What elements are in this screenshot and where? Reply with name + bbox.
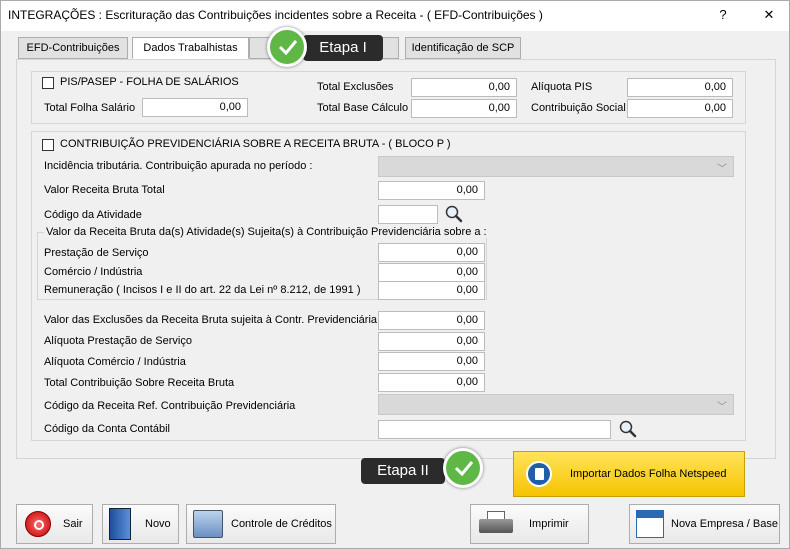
nova-empresa-label: Nova Empresa / Base (671, 518, 778, 530)
total-folha-input[interactable]: 0,00 (142, 98, 248, 117)
total-contrib-label: Total Contribuição Sobre Receita Bruta (44, 377, 235, 389)
aliq-comercio-label: Alíquota Comércio / Indústria (44, 356, 186, 368)
total-folha-label: Total Folha Salário (44, 102, 136, 114)
codigo-atividade-input[interactable] (378, 205, 438, 224)
pis-checkbox-label: PIS/PASEP - FOLHA DE SALÁRIOS (60, 76, 239, 88)
document-icon (526, 461, 552, 487)
title-bar: INTEGRAÇÕES : Escrituração das Contribui… (1, 1, 789, 31)
total-exclusoes-label: Total Exclusões (317, 81, 394, 93)
codigo-atividade-label: Código da Atividade (44, 209, 142, 221)
book-icon (109, 508, 131, 540)
etapa1-badge: Etapa I (303, 35, 383, 61)
etapa1-annotation: Etapa I (263, 23, 393, 73)
cprb-checkbox-label: CONTRIBUIÇÃO PREVIDENCIÁRIA SOBRE A RECE… (60, 138, 451, 150)
etapa2-annotation: Etapa II (359, 446, 509, 496)
exclusoes-input[interactable]: 0,00 (378, 311, 485, 330)
remuneracao-label: Remuneração ( Incisos I e II do art. 22 … (44, 284, 361, 296)
etapa2-badge: Etapa II (361, 458, 445, 484)
receita-total-input[interactable]: 0,00 (378, 181, 485, 200)
novo-label: Novo (145, 518, 171, 530)
codigo-receita-label: Código da Receita Ref. Contribuição Prev… (44, 400, 296, 412)
calendar-icon (636, 510, 664, 538)
prestacao-label: Prestação de Serviço (44, 247, 149, 259)
conta-contabil-input[interactable] (378, 420, 611, 439)
pis-checkbox[interactable] (42, 77, 54, 89)
aliquota-pis-label: Alíquota PIS (531, 81, 593, 93)
printer-icon (479, 511, 513, 537)
power-icon (25, 511, 51, 537)
tab-identificacao-scp[interactable]: Identificação de SCP (405, 37, 521, 59)
search-icon[interactable] (444, 204, 464, 224)
total-contrib-input[interactable]: 0,00 (378, 373, 485, 392)
novo-button[interactable]: Novo (102, 504, 179, 544)
contribuicao-social-input[interactable]: 0,00 (627, 99, 733, 118)
monitor-icon (193, 510, 223, 538)
aliq-comercio-input[interactable]: 0,00 (378, 352, 485, 371)
remuneracao-input[interactable]: 0,00 (378, 281, 485, 300)
tab-efd-contribuicoes[interactable]: EFD-Contribuições (18, 37, 128, 59)
exclusoes-label: Valor das Exclusões da Receita Bruta suj… (44, 314, 378, 326)
controle-creditos-button[interactable]: Controle de Créditos (186, 504, 336, 544)
receita-total-label: Valor Receita Bruta Total (44, 184, 165, 196)
total-base-label: Total Base Cálculo (317, 102, 409, 114)
sair-button[interactable]: Sair (16, 504, 93, 544)
incidencia-select[interactable]: ﹀ (378, 156, 734, 177)
close-button[interactable]: ✕ (759, 7, 779, 23)
group-title: Valor da Receita Bruta da(s) Atividade(s… (44, 226, 489, 238)
sair-label: Sair (63, 518, 83, 530)
contribuicao-social-label: Contribuição Social (531, 102, 626, 114)
conta-contabil-label: Código da Conta Contábil (44, 423, 170, 435)
aliquota-pis-input[interactable]: 0,00 (627, 78, 733, 97)
total-base-input[interactable]: 0,00 (411, 99, 517, 118)
controle-creditos-label: Controle de Créditos (231, 518, 332, 530)
cprb-checkbox[interactable] (42, 139, 54, 151)
window-title: INTEGRAÇÕES : Escrituração das Contribui… (8, 8, 543, 22)
window: INTEGRAÇÕES : Escrituração das Contribui… (0, 0, 790, 549)
incidencia-label: Incidência tributária. Contribuição apur… (44, 160, 313, 172)
chevron-down-icon: ﹀ (717, 164, 727, 175)
search-icon[interactable] (618, 419, 638, 439)
nova-empresa-button[interactable]: Nova Empresa / Base (629, 504, 780, 544)
comercio-label: Comércio / Indústria (44, 266, 143, 278)
imprimir-label: Imprimir (529, 518, 569, 530)
comercio-input[interactable]: 0,00 (378, 263, 485, 282)
total-exclusoes-input[interactable]: 0,00 (411, 78, 517, 97)
codigo-receita-select[interactable]: ﹀ (378, 394, 734, 415)
check-icon (443, 448, 483, 488)
aliq-prestacao-input[interactable]: 0,00 (378, 332, 485, 351)
tab-dados-trabalhistas[interactable]: Dados Trabalhistas (132, 37, 249, 59)
help-button[interactable]: ? (713, 7, 733, 22)
chevron-down-icon: ﹀ (717, 402, 727, 413)
aliq-prestacao-label: Alíquota Prestação de Serviço (44, 335, 192, 347)
import-folha-label: Importar Dados Folha Netspeed (570, 468, 727, 480)
import-folha-button[interactable]: Importar Dados Folha Netspeed (513, 451, 745, 497)
check-icon (267, 27, 307, 67)
imprimir-button[interactable]: Imprimir (470, 504, 589, 544)
prestacao-input[interactable]: 0,00 (378, 243, 485, 262)
